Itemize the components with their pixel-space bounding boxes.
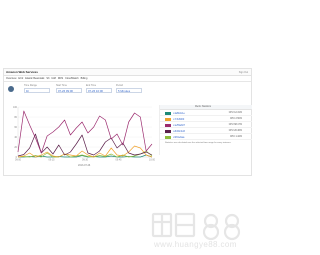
end-time-field[interactable]: End Time 07-26 10:00 (86, 84, 112, 94)
x-tick-label: 10:00 (149, 159, 155, 162)
legend-value: CPU 20.46% (228, 130, 242, 132)
top-bar: Amazon Web Services Sign Out (4, 69, 251, 76)
legend-header: Metric Statistics (160, 105, 252, 110)
nav-item-s3[interactable]: S3 (46, 77, 49, 80)
legend-note: Statistics are calculated over the selec… (165, 142, 232, 144)
y-tick-label: 100 (13, 106, 18, 109)
nav-item-rds[interactable]: RDS (58, 77, 63, 80)
y-tick-label: 80 (14, 116, 17, 119)
legend-value: CPU 1.42% (229, 136, 242, 138)
x-tick-label: 09:15 (49, 159, 56, 162)
watermark: www.huangye88.com (150, 210, 245, 250)
legend-value: CPU 68.17% (228, 124, 242, 126)
legend-swatch (165, 130, 171, 133)
y-tick-label: 40 (14, 136, 17, 139)
legend-panel: Metric Statistics i-4a8b2c1e CPU 12.31% … (159, 105, 252, 155)
period-value[interactable]: 5 Minutes (116, 88, 142, 93)
series-line (17, 110, 153, 154)
time-range-value[interactable]: 1h (24, 88, 50, 93)
nav-item-overview[interactable]: Overview (6, 77, 16, 80)
x-tick-label: 09:00 (15, 159, 22, 162)
x-tick-label: 09:30 (82, 159, 89, 162)
nav-list: Overview EC2 Elastic Beanstalk S3 IAM RD… (6, 77, 87, 80)
metrics-line-chart: 10080604020009:00 09:15 09:30 09:45 10:00 (13, 106, 155, 162)
legend-instance-link[interactable]: i-9f01e6aa (173, 136, 184, 139)
filter-toolbar: Time Range 1h Start Time 07-26 09:00 End… (4, 82, 251, 96)
nav-item-ec2[interactable]: EC2 (18, 77, 23, 80)
legend-header-label: Metric Statistics (195, 106, 212, 108)
nav-item-billing[interactable]: Billing (81, 77, 88, 80)
time-range-label: Time Range (24, 84, 37, 87)
start-time-value[interactable]: 07-26 09:00 (56, 88, 82, 93)
start-time-label: Start Time (56, 84, 67, 87)
legend-value: CPU 2.50% (229, 118, 242, 120)
period-label: Period (116, 84, 123, 87)
sign-out-link[interactable]: Sign Out (239, 71, 248, 74)
legend-instance-link[interactable]: i-7c3d9f20 (173, 118, 184, 121)
x-tick-label: 09:45 (116, 159, 123, 162)
screenshot-stage: Amazon Web Services Sign Out Overview EC… (0, 0, 255, 255)
end-time-label: End Time (86, 84, 97, 87)
y-tick-label: 60 (14, 126, 17, 129)
legend-swatch (165, 136, 171, 139)
nav-item-iam[interactable]: IAM (51, 77, 55, 80)
legend-instance-link[interactable]: i-2b90c4d3 (173, 130, 185, 133)
legend-value: CPU 12.31% (228, 112, 242, 114)
nav-item-beanstalk[interactable]: Elastic Beanstalk (25, 77, 44, 80)
period-field[interactable]: Period 5 Minutes (116, 84, 142, 94)
watermark-url: www.huangye88.com (154, 240, 237, 249)
legend-row[interactable]: i-2b90c4d3 CPU 20.46% (160, 129, 252, 134)
legend-swatch (165, 118, 171, 121)
legend-row[interactable]: i-1e55ab07 CPU 68.17% (160, 123, 252, 128)
y-tick-label: 20 (14, 146, 17, 149)
watermark-logo (151, 212, 241, 241)
app-logo[interactable]: Amazon Web Services (6, 70, 38, 74)
legend-row[interactable]: i-7c3d9f20 CPU 2.50% (160, 117, 252, 122)
legend-instance-link[interactable]: i-1e55ab07 (173, 124, 185, 127)
monitoring-console-window: Amazon Web Services Sign Out Overview EC… (3, 68, 252, 176)
time-range-field[interactable]: Time Range 1h (24, 84, 50, 94)
start-time-field[interactable]: Start Time 07-26 09:00 (56, 84, 82, 94)
legend-row[interactable]: i-9f01e6aa CPU 1.42% (160, 135, 252, 140)
nav-item-cloudwatch[interactable]: CloudWatch (65, 77, 79, 80)
refresh-icon[interactable] (8, 86, 14, 92)
legend-swatch (165, 112, 171, 115)
series-line (17, 145, 153, 158)
legend-row[interactable]: i-4a8b2c1e CPU 12.31% (160, 111, 252, 116)
chart-date-label: 2013-07-26 (78, 164, 91, 167)
end-time-value[interactable]: 07-26 10:00 (86, 88, 112, 93)
legend-instance-link[interactable]: i-4a8b2c1e (173, 112, 185, 115)
legend-swatch (165, 124, 171, 127)
